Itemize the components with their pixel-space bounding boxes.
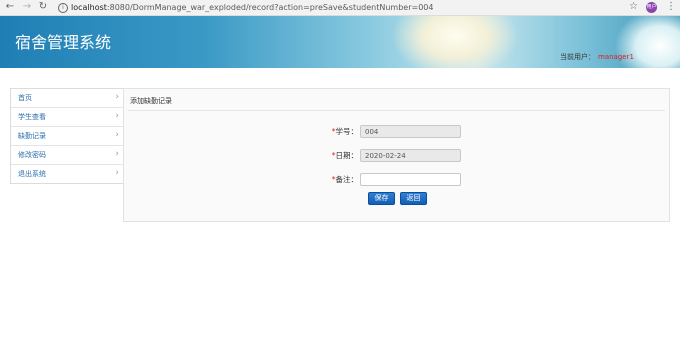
back-button[interactable]: 返回 bbox=[400, 192, 427, 205]
current-user-name: manager1 bbox=[598, 53, 634, 61]
sidebar-item-home[interactable]: 首页 › bbox=[11, 89, 123, 108]
menu-icon[interactable]: ⋮ bbox=[666, 1, 676, 13]
star-icon[interactable]: ☆ bbox=[629, 1, 638, 13]
reload-icon[interactable]: ↻ bbox=[37, 1, 49, 13]
student-number-label: *学号： bbox=[331, 127, 358, 136]
panel-title: 添加缺勤记录 bbox=[130, 97, 172, 105]
remark-field[interactable] bbox=[360, 173, 461, 186]
chevron-right-icon: › bbox=[115, 130, 119, 140]
url-path: :8080/DormManage_war_exploded/record?act… bbox=[106, 3, 434, 12]
form-panel: 添加缺勤记录 *学号： *日期： *备注： 保存 返回 bbox=[123, 88, 670, 222]
chevron-right-icon: › bbox=[115, 111, 119, 121]
avatar[interactable]: 用户 bbox=[646, 2, 657, 13]
student-number-field[interactable] bbox=[360, 125, 461, 138]
sidebar: 首页 › 学生查看 › 缺勤记录 › 修改密码 › 退出系统 › bbox=[10, 88, 124, 184]
url-host: localhost bbox=[71, 3, 107, 12]
browser-toolbar: ← → ↻ i localhost:8080/DormManage_war_ex… bbox=[0, 0, 680, 16]
sidebar-item-label: 学生查看 bbox=[18, 113, 46, 121]
info-icon[interactable]: i bbox=[58, 3, 68, 13]
sidebar-item-label: 缺勤记录 bbox=[18, 132, 46, 140]
sidebar-item-label: 修改密码 bbox=[18, 151, 46, 159]
chevron-right-icon: › bbox=[115, 92, 119, 102]
remark-label: *备注： bbox=[331, 175, 358, 184]
chevron-right-icon: › bbox=[115, 149, 119, 159]
current-user-label: 当前用户： bbox=[560, 53, 595, 61]
address-bar[interactable]: localhost:8080/DormManage_war_exploded/r… bbox=[71, 2, 433, 13]
sidebar-item-students[interactable]: 学生查看 › bbox=[11, 108, 123, 127]
current-user: 当前用户： manager1 bbox=[560, 52, 634, 62]
sidebar-item-change-password[interactable]: 修改密码 › bbox=[11, 146, 123, 165]
date-field[interactable] bbox=[360, 149, 461, 162]
back-arrow-icon[interactable]: ← bbox=[4, 1, 16, 13]
divider bbox=[128, 110, 665, 111]
chevron-right-icon: › bbox=[115, 168, 119, 178]
sidebar-item-label: 首页 bbox=[18, 94, 32, 102]
sidebar-item-logout[interactable]: 退出系统 › bbox=[11, 165, 123, 183]
date-label: *日期： bbox=[331, 151, 358, 160]
save-button[interactable]: 保存 bbox=[368, 192, 395, 205]
app-title: 宿舍管理系统 bbox=[15, 33, 112, 52]
forward-arrow-icon[interactable]: → bbox=[21, 1, 33, 13]
sidebar-item-absence-records[interactable]: 缺勤记录 › bbox=[11, 127, 123, 146]
sidebar-item-label: 退出系统 bbox=[18, 170, 46, 178]
